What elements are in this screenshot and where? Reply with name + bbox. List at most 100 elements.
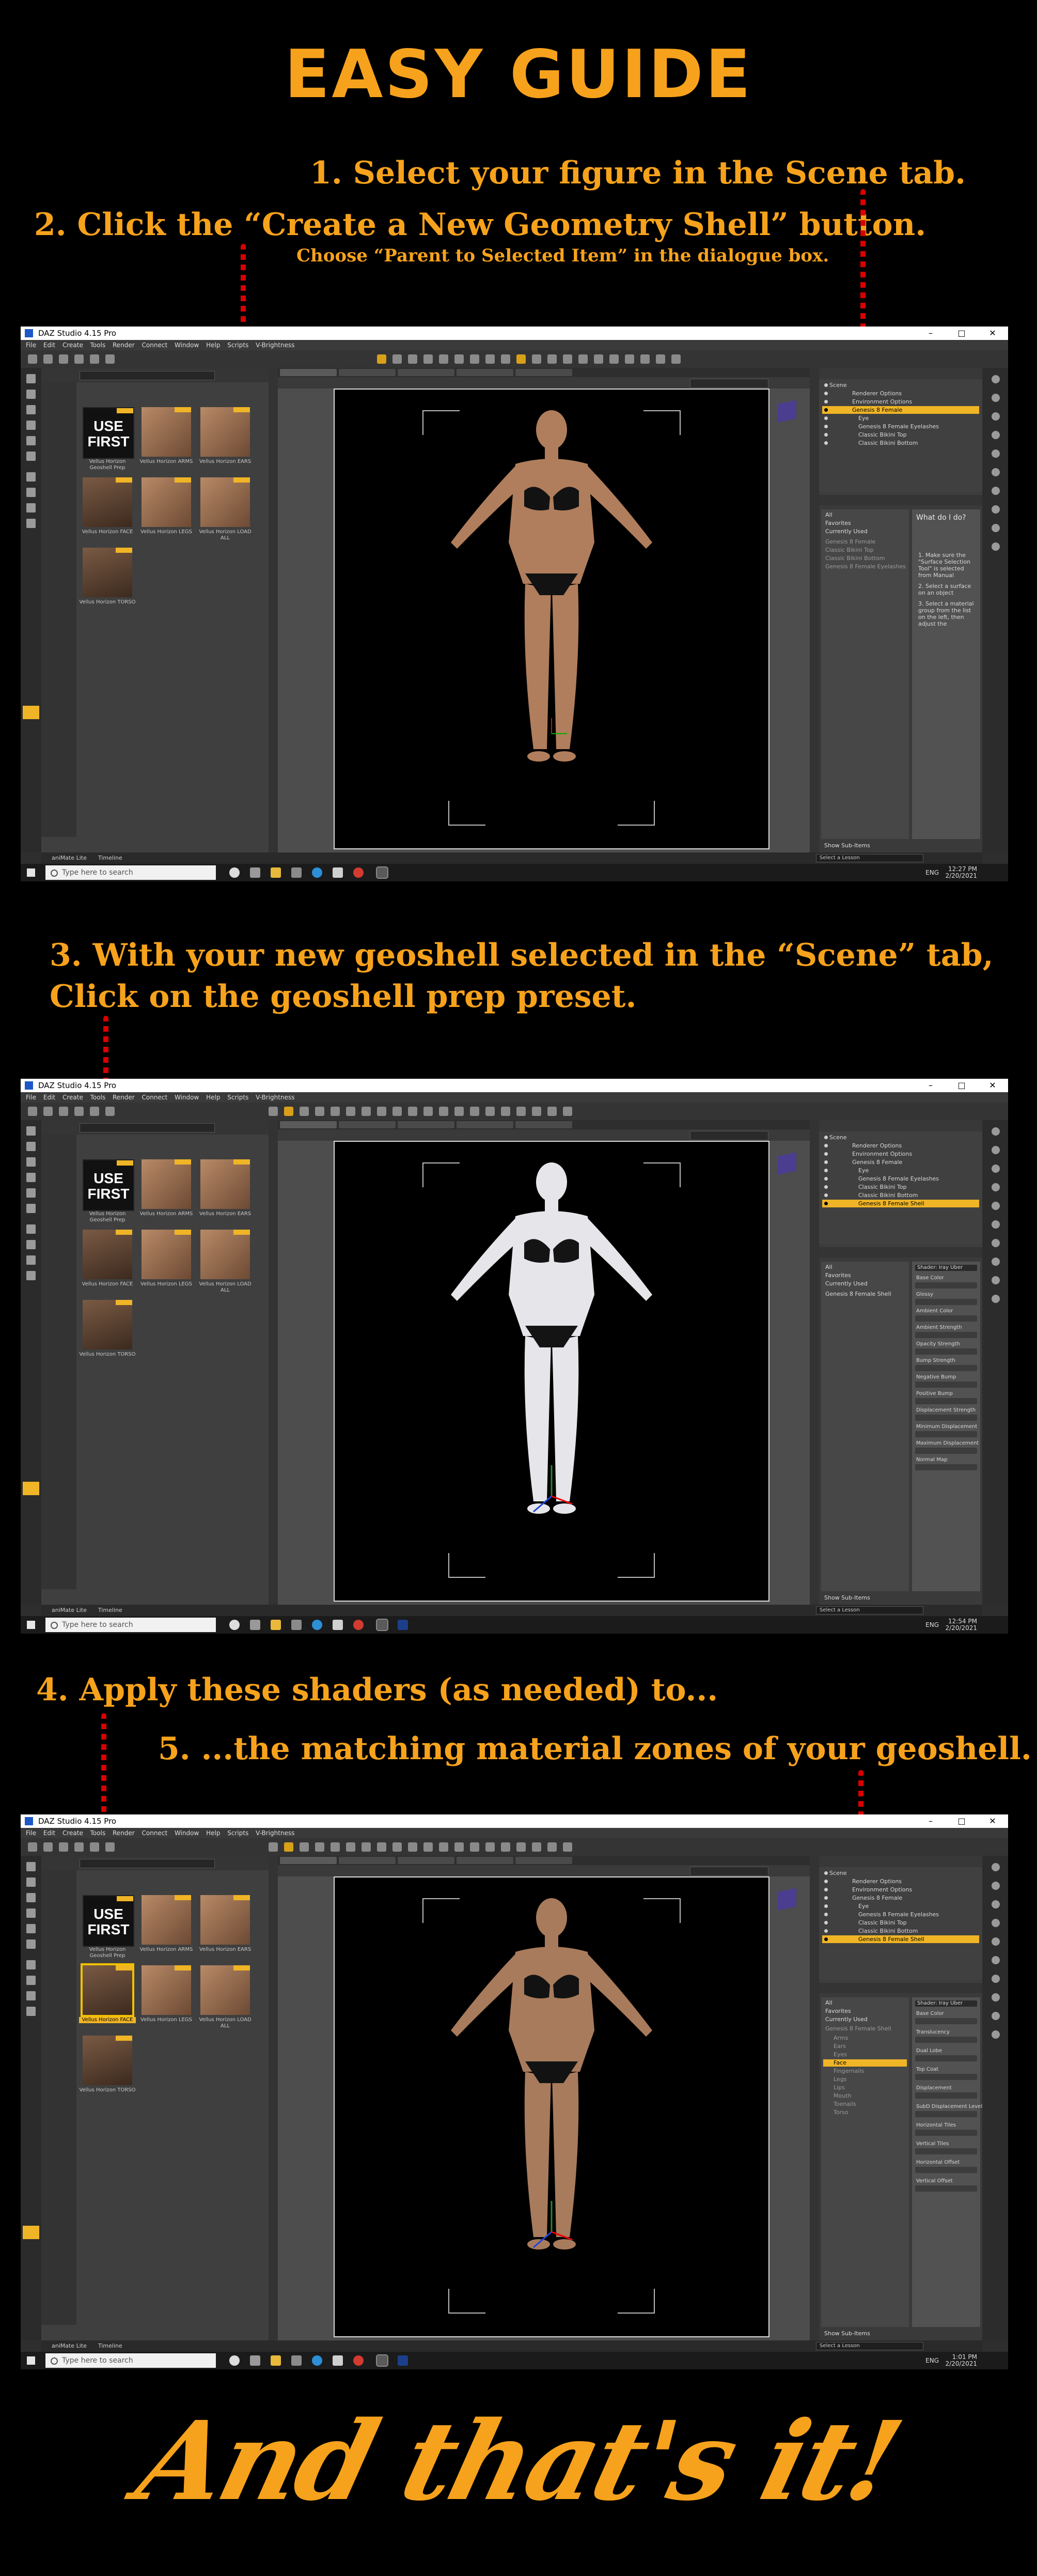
- pane-icon[interactable]: [26, 405, 36, 414]
- content-vertical-tabs[interactable]: [269, 1120, 278, 1605]
- pane-icon[interactable]: [26, 421, 36, 430]
- figure-with-shader[interactable]: [430, 1891, 673, 2263]
- pane-icon[interactable]: [26, 1240, 36, 1249]
- tool-icon[interactable]: [501, 1842, 510, 1852]
- thumbnail-load-all[interactable]: [200, 477, 250, 527]
- tool-icon[interactable]: [454, 1842, 464, 1852]
- tool-icon[interactable]: [625, 354, 634, 364]
- tool-icon[interactable]: [284, 1107, 293, 1116]
- scene-item[interactable]: Genesis 8 Female: [822, 1158, 979, 1166]
- scene-item[interactable]: Renderer Options: [822, 390, 979, 397]
- tool-icon[interactable]: [28, 354, 37, 364]
- tool-icon[interactable]: [408, 1842, 417, 1852]
- tool-icon[interactable]: [485, 1842, 495, 1852]
- pane-icon[interactable]: [992, 2030, 1000, 2039]
- scene-item[interactable]: Genesis 8 Female Eyelashes: [822, 1175, 979, 1183]
- tool-icon[interactable]: [439, 1842, 448, 1852]
- scene-item[interactable]: Environment Options: [822, 398, 979, 406]
- tool-icon[interactable]: [532, 354, 541, 364]
- thumbnail-geoshell-prep[interactable]: USE FIRST: [83, 1159, 134, 1211]
- scene-item-selected[interactable]: Genesis 8 Female Shell: [822, 1200, 979, 1207]
- tool-icon[interactable]: [392, 354, 402, 364]
- surface-list-item-selected[interactable]: Face: [823, 2059, 907, 2067]
- close-button[interactable]: ✕: [977, 327, 1008, 340]
- property-field[interactable]: [915, 1431, 977, 1437]
- scene-item[interactable]: Renderer Options: [822, 1877, 979, 1885]
- pane-icon[interactable]: [992, 431, 1000, 439]
- menu-bar[interactable]: File Edit Create Tools Render Connect Wi…: [21, 1828, 1008, 1838]
- store-icon[interactable]: [291, 2355, 302, 2366]
- property-field[interactable]: [915, 2037, 977, 2043]
- pane-icon[interactable]: [992, 394, 1000, 402]
- view-cube[interactable]: [778, 400, 796, 423]
- property-field[interactable]: [915, 2092, 977, 2099]
- pane-icon[interactable]: [992, 524, 1000, 532]
- file-explorer-icon[interactable]: [271, 2355, 281, 2366]
- pane-icon[interactable]: [992, 412, 1000, 421]
- property-field[interactable]: [915, 2055, 977, 2061]
- surface-list-item[interactable]: Ears: [823, 2043, 907, 2050]
- pane-icon[interactable]: [992, 505, 1000, 514]
- tab-viewport[interactable]: [280, 1121, 337, 1128]
- tab-scripted-3delight[interactable]: [339, 1857, 396, 1864]
- tool-icon[interactable]: [454, 354, 464, 364]
- property-field[interactable]: [915, 1315, 977, 1322]
- surface-list-item[interactable]: Genesis 8 Female Eyelashes: [823, 563, 907, 570]
- pane-icon[interactable]: [26, 1976, 36, 1985]
- tab-timeline[interactable]: Timeline: [98, 1607, 122, 1613]
- right-vertical-tabs[interactable]: [810, 1120, 819, 1605]
- photoshop-icon[interactable]: [398, 1620, 408, 1630]
- content-tree[interactable]: [41, 382, 76, 837]
- active-pane-tab[interactable]: [23, 706, 39, 719]
- tool-icon[interactable]: [43, 354, 53, 364]
- task-view-icon[interactable]: [250, 1620, 260, 1630]
- tool-icon[interactable]: [470, 1107, 479, 1116]
- daz-taskbar-icon[interactable]: [376, 1619, 388, 1631]
- pane-icon[interactable]: [992, 468, 1000, 476]
- pane-icon[interactable]: [992, 375, 1000, 383]
- active-pane-tab[interactable]: [23, 1482, 39, 1495]
- tool-icon[interactable]: [454, 1107, 464, 1116]
- scene-item[interactable]: Scene: [822, 1869, 979, 1877]
- lesson-dropdown[interactable]: Select a Lesson: [816, 1606, 923, 1615]
- store-icon[interactable]: [291, 1620, 302, 1630]
- scene-item[interactable]: Genesis 8 Female Eyelashes: [822, 423, 979, 430]
- thumbnail-face-selected[interactable]: [81, 1963, 134, 2017]
- menu-bar[interactable]: File Edit Create Tools Render Connect Wi…: [21, 340, 1008, 350]
- thumbnail-arms[interactable]: [142, 407, 191, 457]
- pane-icon[interactable]: [26, 1271, 36, 1280]
- pane-icon[interactable]: [992, 1295, 1000, 1303]
- lesson-dropdown[interactable]: Select a Lesson: [816, 854, 923, 862]
- edge-icon[interactable]: [312, 867, 322, 878]
- tool-icon[interactable]: [90, 1842, 99, 1852]
- tab-shader-builder[interactable]: [398, 1121, 454, 1128]
- surface-list-item[interactable]: Currently Used: [823, 1280, 907, 1287]
- app-icon[interactable]: [333, 2355, 343, 2366]
- tool-icon[interactable]: [501, 354, 510, 364]
- active-pane-tab[interactable]: [23, 2226, 39, 2239]
- property-field[interactable]: [915, 1348, 977, 1355]
- tool-icon[interactable]: [90, 1107, 99, 1116]
- tool-icon[interactable]: [74, 1107, 84, 1116]
- taskbar-search-input[interactable]: Type here to search: [45, 1618, 216, 1632]
- property-field[interactable]: [915, 2130, 977, 2136]
- tool-icon[interactable]: [331, 1842, 340, 1852]
- content-search-input[interactable]: [80, 371, 215, 380]
- tab-shader-builder[interactable]: [398, 369, 454, 376]
- tool-icon[interactable]: [563, 1107, 572, 1116]
- tool-icon[interactable]: [516, 1107, 526, 1116]
- tool-icon[interactable]: [547, 1842, 557, 1852]
- close-button[interactable]: ✕: [977, 1079, 1008, 1092]
- content-search-input[interactable]: [80, 1123, 215, 1132]
- thumbnail-ears[interactable]: [200, 1895, 250, 1945]
- surface-list-item[interactable]: All: [823, 1264, 907, 1271]
- content-vertical-tabs[interactable]: [269, 368, 278, 852]
- tool-icon[interactable]: [547, 354, 557, 364]
- surface-list-item[interactable]: Legs: [823, 2076, 907, 2083]
- tool-icon[interactable]: [594, 354, 603, 364]
- surface-list-item[interactable]: All: [823, 511, 907, 519]
- scene-item[interactable]: Environment Options: [822, 1886, 979, 1894]
- thumbnail-arms[interactable]: [142, 1895, 191, 1945]
- pane-icon[interactable]: [992, 1239, 1000, 1247]
- pane-icon[interactable]: [992, 1882, 1000, 1890]
